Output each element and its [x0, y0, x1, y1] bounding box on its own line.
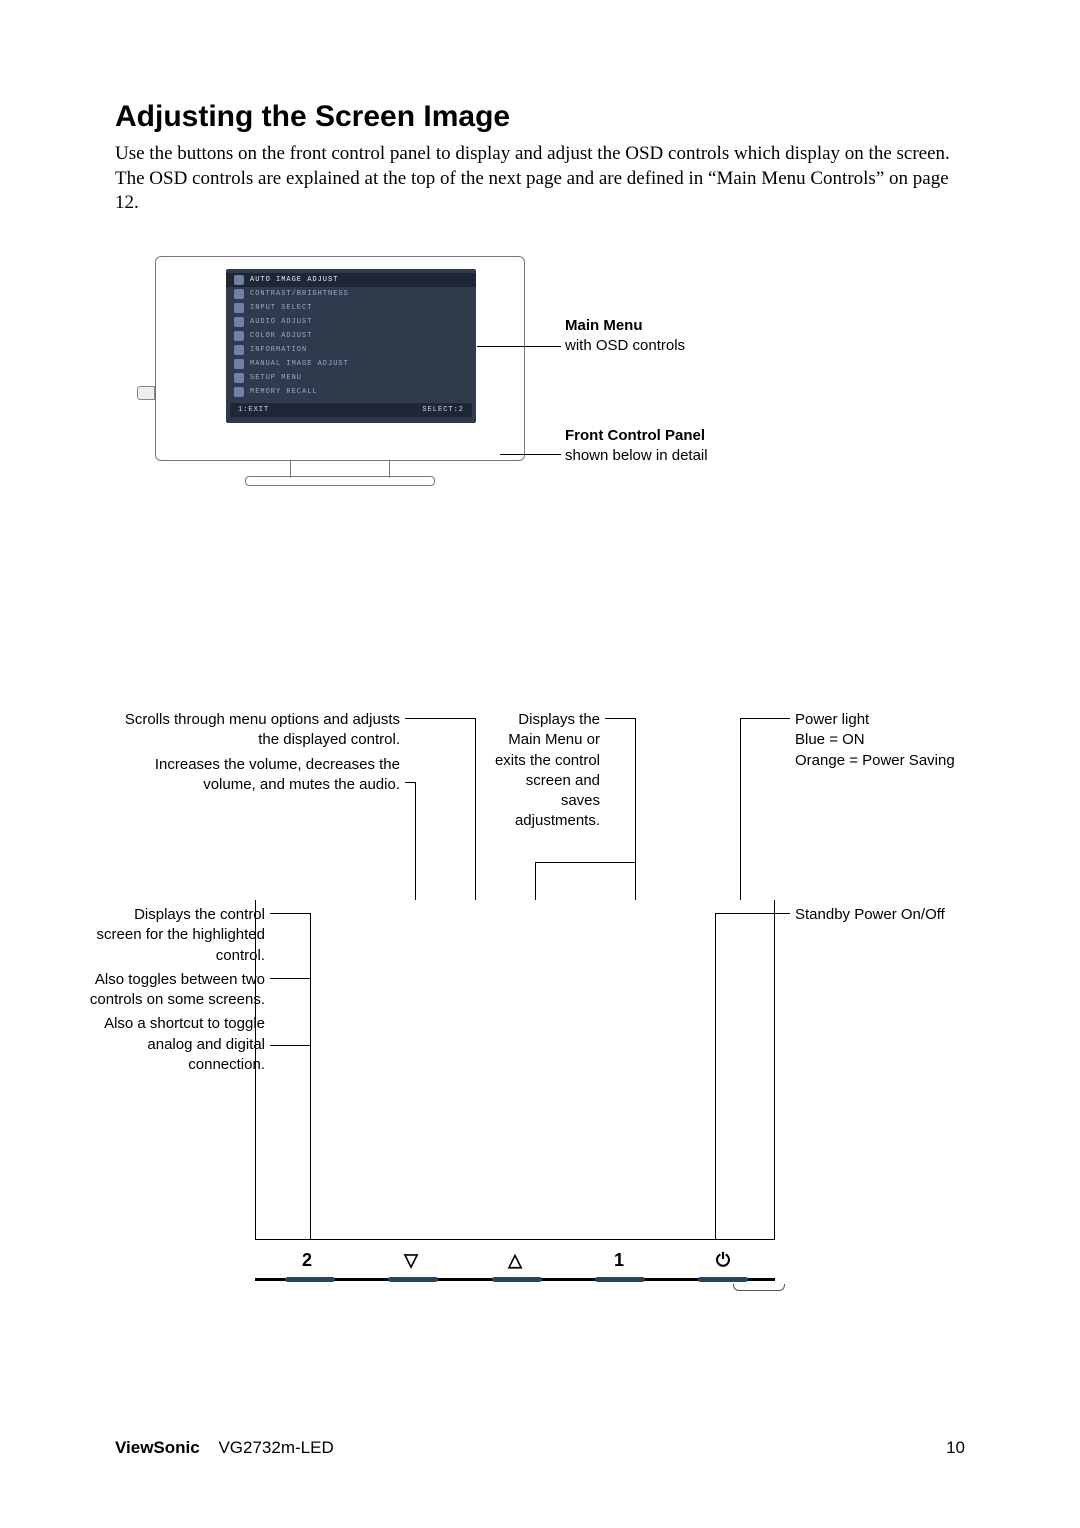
info-icon: [234, 345, 244, 355]
monitor-figure: AUTO IMAGE ADJUST CONTRAST/BRIGHTNESS IN…: [155, 256, 965, 506]
osd-item-setup-menu: SETUP MENU: [226, 371, 476, 385]
callout-text: Displays the control screen for the high…: [85, 905, 265, 966]
setup-icon: [234, 373, 244, 383]
page-title: Adjusting the Screen Image: [115, 100, 965, 134]
caption-sub: shown below in detail: [565, 446, 708, 466]
leader-line: [605, 718, 635, 719]
leader-line: [415, 782, 416, 900]
osd-footer: 1:EXIT SELECT:2: [230, 403, 472, 417]
audio-icon: [234, 317, 244, 327]
panel-button-1: 1: [567, 1250, 671, 1271]
panel-button-down: ▽: [359, 1250, 463, 1271]
caption-main-menu: Main Menu with OSD controls: [565, 316, 685, 357]
osd-item-color-adjust: COLOR ADJUST: [226, 329, 476, 343]
caption-front-panel: Front Control Panel shown below in detai…: [565, 426, 708, 467]
callout-standby: Standby Power On/Off: [795, 905, 965, 925]
callout-text: Orange = Power Saving: [795, 751, 965, 771]
osd-item-input-select: INPUT SELECT: [226, 301, 476, 315]
button-mark: [698, 1277, 748, 1282]
osd-label: AUDIO ADJUST: [250, 318, 312, 326]
osd-label: AUTO IMAGE ADJUST: [250, 276, 338, 284]
button-mark: [285, 1277, 335, 1282]
callout-button2: Displays the control screen for the high…: [85, 905, 265, 1075]
front-panel-diagram: Scrolls through menu options and adjusts…: [115, 710, 965, 1310]
osd-item-contrast-brightness: CONTRAST/BRIGHTNESS: [226, 287, 476, 301]
leader-line: [405, 718, 475, 719]
monitor-side-button: [137, 386, 155, 400]
osd-footer-left: 1:EXIT: [238, 406, 269, 414]
page-footer: ViewSonic VG2732m-LED 10: [115, 1438, 965, 1458]
monitor-base: [245, 476, 435, 486]
button-mark: [595, 1277, 645, 1282]
callout-text: Power light: [795, 710, 965, 730]
osd-footer-right: SELECT:2: [422, 406, 464, 414]
callout-text: Also toggles between two controls on som…: [85, 970, 265, 1011]
leader-line: [477, 346, 561, 347]
callout-power-light: Power light Blue = ON Orange = Power Sav…: [795, 710, 965, 771]
monitor-bezel: AUTO IMAGE ADJUST CONTRAST/BRIGHTNESS IN…: [155, 256, 525, 461]
button-mark: [388, 1277, 438, 1282]
osd-label: MANUAL IMAGE ADJUST: [250, 360, 349, 368]
footer-model: VG2732m-LED: [218, 1438, 333, 1457]
panel-button-up: △: [463, 1250, 567, 1271]
leader-line: [635, 718, 636, 900]
panel-button-2: 2: [255, 1250, 359, 1271]
osd-item-auto-image-adjust: AUTO IMAGE ADJUST: [226, 273, 476, 287]
footer-page-number: 10: [946, 1438, 965, 1458]
osd-label: COLOR ADJUST: [250, 332, 312, 340]
leader-line: [740, 718, 790, 719]
osd-label: MEMORY RECALL: [250, 388, 318, 396]
osd-item-manual-image-adjust: MANUAL IMAGE ADJUST: [226, 357, 476, 371]
osd-panel: AUTO IMAGE ADJUST CONTRAST/BRIGHTNESS IN…: [226, 269, 476, 423]
leader-line: [405, 782, 415, 783]
button-mark: [492, 1277, 542, 1282]
osd-label: CONTRAST/BRIGHTNESS: [250, 290, 349, 298]
panel-button-power: ⏻: [671, 1250, 775, 1271]
caption-title: Front Control Panel: [565, 426, 708, 446]
osd-item-audio-adjust: AUDIO ADJUST: [226, 315, 476, 329]
osd-item-memory-recall: MEMORY RECALL: [226, 385, 476, 399]
callout-text: Blue = ON: [795, 730, 965, 750]
osd-item-information: INFORMATION: [226, 343, 476, 357]
adjust-icon: [234, 275, 244, 285]
leader-line: [475, 718, 476, 900]
leader-line: [500, 454, 561, 455]
recall-icon: [234, 387, 244, 397]
callout-scroll: Scrolls through menu options and adjusts…: [115, 710, 400, 795]
callout-text: Standby Power On/Off: [795, 906, 945, 923]
caption-title: Main Menu: [565, 316, 685, 336]
panel-detail-box: [255, 900, 775, 1240]
callout-text: Displays the Main Menu or exits the cont…: [495, 711, 600, 829]
leader-line: [535, 862, 635, 863]
panel-button-row: 2 ▽ △ 1 ⏻: [255, 1250, 775, 1271]
contrast-icon: [234, 289, 244, 299]
osd-label: INPUT SELECT: [250, 304, 312, 312]
leader-line: [740, 718, 741, 900]
manual-adjust-icon: [234, 359, 244, 369]
footer-brand: ViewSonic: [115, 1438, 200, 1457]
callout-text: Scrolls through menu options and adjusts…: [115, 710, 400, 751]
osd-label: INFORMATION: [250, 346, 307, 354]
callout-text: Also a shortcut to toggle analog and dig…: [85, 1014, 265, 1075]
input-icon: [234, 303, 244, 313]
color-icon: [234, 331, 244, 341]
caption-sub: with OSD controls: [565, 336, 685, 356]
callout-button1: Displays the Main Menu or exits the cont…: [485, 710, 600, 832]
osd-label: SETUP MENU: [250, 374, 302, 382]
intro-paragraph: Use the buttons on the front control pan…: [115, 142, 965, 216]
leader-line: [535, 862, 536, 900]
callout-text: Increases the volume, decreases the volu…: [115, 755, 400, 796]
